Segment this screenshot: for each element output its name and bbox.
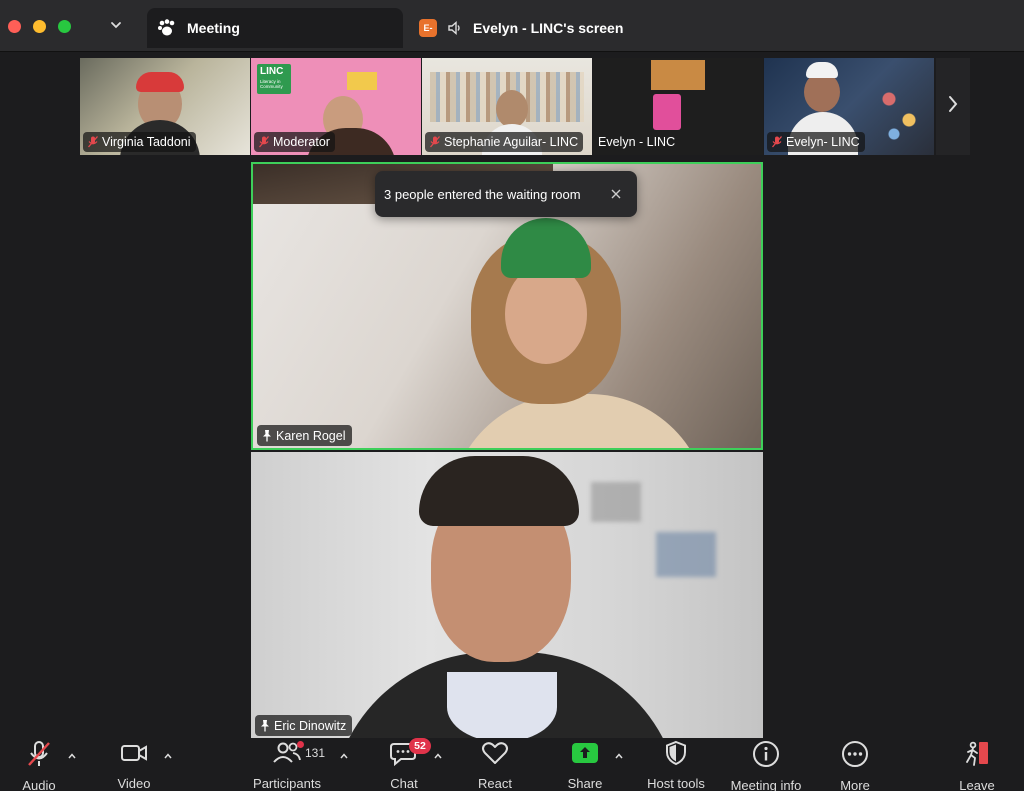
chat-unread-badge: 52 (409, 738, 431, 754)
participants-options-caret-icon[interactable] (339, 748, 349, 759)
speaker-face (505, 264, 587, 364)
decor-crown (347, 72, 377, 90)
participant-name-tag: Virginia Taddoni (83, 132, 196, 152)
info-icon (752, 740, 780, 768)
shared-content-shape (651, 60, 705, 90)
tab-meeting[interactable]: Meeting (147, 8, 403, 48)
react-button[interactable]: React (450, 740, 540, 791)
leave-door-icon (963, 740, 991, 768)
host-tools-button[interactable]: Host tools (631, 740, 721, 791)
speaker-name-tag: Eric Dinowitz (255, 715, 353, 736)
more-dots-icon (841, 740, 869, 768)
close-icon[interactable] (609, 187, 623, 201)
participant-name-tag: Evelyn - LINC (598, 135, 676, 149)
notification-text: 3 people entered the waiting room (384, 186, 581, 202)
participant-hat (806, 62, 838, 78)
minimize-window-button[interactable] (33, 20, 46, 33)
title-bar: Meeting E- Evelyn - LINC's screen (0, 0, 1024, 52)
heart-icon (481, 740, 509, 766)
share-options-caret-icon[interactable] (614, 748, 624, 759)
chevron-right-icon (947, 95, 959, 118)
participant-name-tag: Stephanie Aguilar- LINC (425, 132, 584, 152)
paw-icon (157, 19, 177, 37)
meeting-toolbar: Audio Video Participants 131 Chat 52 Rea… (0, 738, 1024, 791)
screen-avatar-badge: E- (419, 19, 437, 37)
audio-options-caret-icon[interactable] (67, 748, 77, 759)
gallery-next-button[interactable] (936, 58, 970, 155)
participant-tile[interactable]: Evelyn- LINC (764, 58, 934, 155)
close-window-button[interactable] (8, 20, 21, 33)
participant-video-figure (804, 72, 840, 112)
video-options-caret-icon[interactable] (163, 748, 173, 759)
muted-mic-icon (430, 136, 440, 148)
participant-video-figure (496, 90, 528, 128)
share-screen-icon (571, 740, 599, 766)
pin-icon (261, 429, 273, 442)
participant-hat (136, 72, 184, 92)
participant-tile[interactable]: Stephanie Aguilar- LINC (422, 58, 592, 155)
decor-flowers (874, 78, 924, 148)
speaker-shirt (447, 672, 557, 738)
zoom-window-button[interactable] (58, 20, 71, 33)
wall-picture (591, 482, 641, 522)
tab-shared-screen-label: Evelyn - LINC's screen (473, 20, 624, 36)
participant-tile[interactable]: Virginia Taddoni (80, 58, 250, 155)
chat-options-caret-icon[interactable] (433, 748, 443, 759)
muted-mic-icon (88, 136, 98, 148)
tab-shared-screen[interactable]: E- Evelyn - LINC's screen (415, 8, 675, 48)
tab-meeting-label: Meeting (187, 20, 240, 36)
participant-name-tag: Moderator (254, 132, 335, 152)
wall-picture (656, 532, 716, 577)
linc-sign: LINC Literacy in Community (257, 64, 291, 94)
participants-alert-dot (297, 741, 304, 748)
participant-name-tag: Evelyn- LINC (767, 132, 865, 152)
tab-list-chevron-icon[interactable] (108, 17, 124, 33)
mic-muted-icon (26, 740, 52, 768)
shield-icon (664, 740, 688, 766)
participant-tile[interactable]: Evelyn - LINC (593, 58, 763, 155)
speaker-icon (447, 20, 463, 36)
speaker-body (449, 394, 709, 448)
waiting-room-notification[interactable]: 3 people entered the waiting room (375, 171, 637, 217)
speaker-hat (501, 218, 591, 278)
speaker-video[interactable]: Eric Dinowitz (251, 452, 763, 738)
meeting-info-button[interactable]: Meeting info (721, 740, 811, 791)
muted-mic-icon (772, 136, 782, 148)
speaker-name-tag: Karen Rogel (257, 425, 352, 446)
shared-content-shape (653, 94, 681, 130)
leave-button[interactable]: Leave (932, 740, 1022, 791)
participants-count: 131 (305, 746, 326, 760)
video-camera-icon (120, 740, 148, 766)
speaker-hair (419, 456, 579, 526)
gallery-strip: Virginia Taddoni LINC Literacy in Commun… (80, 58, 970, 155)
more-button[interactable]: More (810, 740, 900, 791)
pin-icon (259, 719, 271, 732)
muted-mic-icon (259, 136, 269, 148)
participant-tile[interactable]: LINC Literacy in Community Moderator (251, 58, 421, 155)
